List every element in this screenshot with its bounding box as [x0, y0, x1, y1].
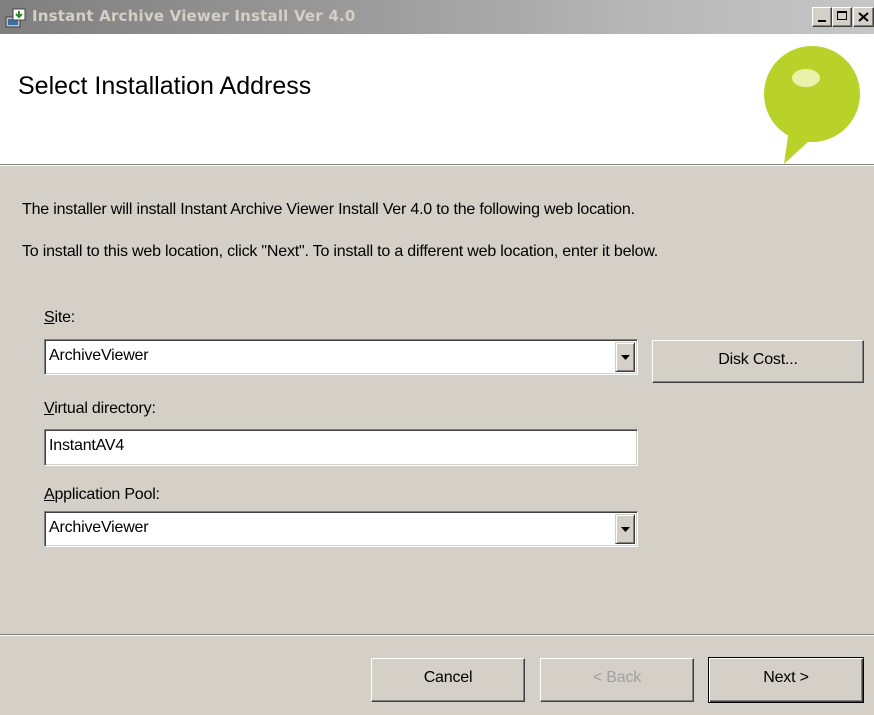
cancel-button[interactable]: Cancel [371, 658, 525, 702]
site-dropdown-button[interactable] [615, 342, 635, 372]
speech-bubble-logo [764, 46, 860, 164]
title-bar[interactable]: Instant Archive Viewer Install Ver 4.0 [0, 0, 874, 34]
site-dropdown[interactable]: ArchiveViewer [44, 339, 638, 375]
next-label: Next > [763, 669, 809, 686]
window-title: Instant Archive Viewer Install Ver 4.0 [32, 7, 356, 25]
installer-icon [5, 8, 26, 28]
header-banner: Select Installation Address [0, 34, 874, 164]
page-title: Select Installation Address [18, 72, 312, 100]
site-label-text: ite: [54, 309, 76, 326]
maximize-icon [837, 11, 847, 20]
chevron-down-icon [621, 527, 630, 532]
virtual-directory-value: InstantAV4 [49, 437, 125, 454]
chevron-down-icon [621, 355, 630, 360]
site-value: ArchiveViewer [49, 347, 149, 364]
disk-cost-label: Disk Cost... [718, 351, 798, 368]
disk-cost-button[interactable]: Disk Cost... [652, 340, 864, 383]
application-pool-label-text: pplication Pool: [54, 486, 160, 503]
application-pool-label-mnemonic: A [44, 486, 55, 503]
next-button[interactable]: Next > [708, 657, 864, 703]
intro-text: The installer will install Instant Archi… [22, 201, 635, 218]
minimize-icon [818, 20, 826, 22]
virtual-directory-label: Virtual directory: [44, 400, 156, 418]
header-divider-highlight [0, 165, 874, 166]
back-label: < Back [592, 669, 642, 686]
cancel-label: Cancel [423, 669, 473, 686]
virtual-directory-label-text: irtual directory: [54, 400, 156, 417]
site-label: Site: [44, 309, 75, 327]
application-pool-dropdown[interactable]: ArchiveViewer [44, 511, 638, 547]
back-button[interactable]: < Back [540, 658, 694, 702]
maximize-button[interactable] [832, 7, 852, 27]
footer-divider-highlight [0, 635, 874, 636]
application-pool-value: ArchiveViewer [49, 519, 149, 536]
site-label-mnemonic: S [44, 309, 55, 326]
minimize-button[interactable] [812, 7, 832, 27]
close-icon [858, 12, 869, 22]
instruction-text: To install to this web location, click "… [22, 243, 659, 260]
virtual-directory-input[interactable]: InstantAV4 [44, 429, 638, 466]
virtual-directory-label-mnemonic: V [44, 400, 55, 417]
application-pool-label: Application Pool: [44, 486, 160, 504]
application-pool-dropdown-button[interactable] [615, 514, 635, 544]
installer-window: Instant Archive Viewer Install Ver 4.0 S… [0, 0, 874, 715]
close-button[interactable] [853, 7, 874, 27]
